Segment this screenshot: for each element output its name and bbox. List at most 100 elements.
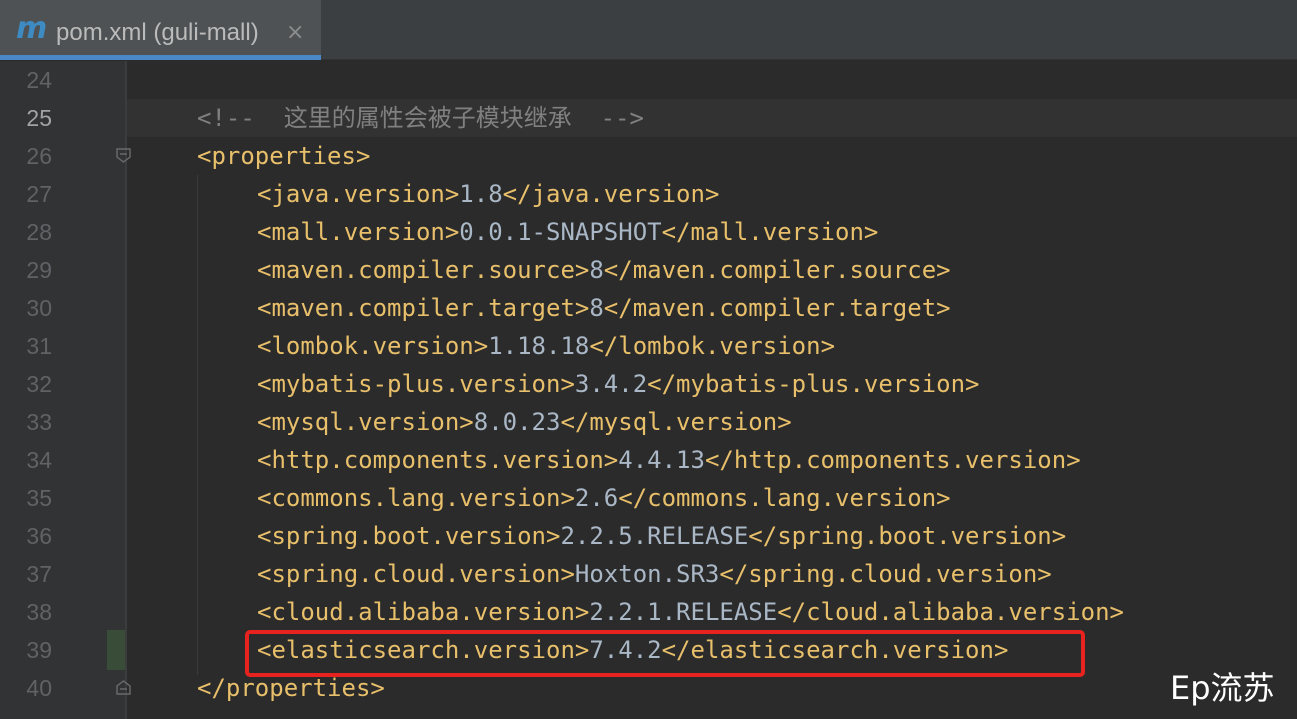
tag-bracket: >: [936, 256, 951, 284]
active-tab-indicator: [0, 55, 321, 60]
tag-bracket: >: [574, 294, 590, 322]
tag-value: 0.0.1-SNAPSHOT: [459, 218, 662, 246]
tag-value: 4.4.13: [618, 446, 705, 474]
tag-value: 2.2.1.RELEASE: [589, 598, 778, 626]
code-line: <maven.compiler.source>8</maven.compiler…: [257, 251, 951, 289]
line-number: 30: [26, 295, 52, 321]
line-number: 29: [26, 257, 52, 283]
line-number: 28: [26, 219, 52, 245]
line-number: 36: [26, 523, 52, 549]
tag-value: 1.18.18: [488, 332, 590, 360]
tag-bracket: >: [459, 408, 474, 436]
tag-name: cloud.alibaba.version: [806, 598, 1110, 626]
tag-value: 8: [589, 294, 604, 322]
line-number: 33: [26, 409, 52, 435]
tag-value: 8: [589, 256, 604, 284]
tag-value: Hoxton.SR3: [574, 560, 720, 588]
tag-name: java.version: [531, 180, 705, 208]
tag-bracket: </: [719, 560, 749, 588]
tag-name: mysql.version: [589, 408, 778, 436]
tag-name: http.components.version: [271, 446, 604, 474]
maven-icon: m: [16, 11, 48, 46]
tag-name: http.components.version: [733, 446, 1067, 474]
tag-bracket: >: [546, 522, 561, 550]
tag-bracket: <: [257, 332, 272, 360]
close-icon[interactable]: ×: [286, 18, 304, 48]
tag-bracket: >: [473, 332, 489, 360]
line-number: 31: [26, 333, 52, 359]
tag-bracket: >: [560, 560, 575, 588]
code-line: <mysql.version>8.0.23</mysql.version>: [257, 403, 792, 441]
code-line: <spring.boot.version>2.2.5.RELEASE</spri…: [257, 517, 1066, 555]
tag-bracket: </: [603, 256, 633, 284]
code-line: <java.version>1.8</java.version>: [257, 175, 719, 213]
tag-bracket: </: [647, 370, 677, 398]
tag-name: java.version: [271, 180, 445, 208]
indent-guide: [197, 175, 198, 675]
tag-bracket: <: [257, 522, 272, 550]
tag-bracket: <: [257, 598, 272, 626]
tag-name: spring.boot.version: [271, 522, 546, 550]
vcs-change-marker[interactable]: [107, 630, 125, 670]
tag-name: commons.lang.version: [647, 484, 937, 512]
tag-bracket: </: [560, 408, 590, 436]
tag-value: 3.4.2: [574, 370, 648, 398]
code-line: <cloud.alibaba.version>2.2.1.RELEASE</cl…: [257, 593, 1124, 631]
tag-bracket: >: [444, 218, 460, 246]
tag-name: lombok.version: [271, 332, 474, 360]
watermark: Ep流苏: [1170, 669, 1275, 707]
line-number: 34: [26, 447, 52, 473]
tag-name: mybatis-plus.version: [271, 370, 561, 398]
tag-bracket: </: [603, 294, 633, 322]
tag-bracket: >: [1066, 446, 1081, 474]
line-number: 37: [26, 561, 52, 587]
tag-bracket: </: [748, 522, 778, 550]
xml-open-tag: <properties>: [197, 142, 371, 170]
tag-name: mall.version: [690, 218, 864, 246]
tag-bracket: </: [502, 180, 532, 208]
tag-bracket: >: [574, 256, 590, 284]
tag-value: 2.2.5.RELEASE: [560, 522, 749, 550]
code-line: <properties>: [197, 137, 370, 175]
fold-open-icon[interactable]: [116, 148, 131, 163]
code-line: <maven.compiler.target>8</maven.compiler…: [257, 289, 951, 327]
tag-name: maven.compiler.target: [632, 294, 937, 322]
code-line: <mall.version>0.0.1-SNAPSHOT</mall.versi…: [257, 213, 878, 251]
tag-bracket: >: [777, 408, 792, 436]
line-number: 27: [26, 181, 52, 207]
line-number: 38: [26, 599, 52, 625]
tag-name: maven.compiler.target: [271, 294, 575, 322]
tag-bracket: </: [589, 332, 619, 360]
code-line: <lombok.version>1.18.18</lombok.version>: [257, 327, 835, 365]
xml-close-tag: </properties>: [197, 674, 385, 702]
tag-value: 2.6: [574, 484, 619, 512]
line-number: 40: [26, 675, 52, 701]
tag-bracket: >: [574, 598, 590, 626]
fold-close-icon[interactable]: [116, 680, 131, 695]
tag-name: spring.cloud.version: [748, 560, 1038, 588]
tag-bracket: <: [257, 180, 272, 208]
editor-tab-bar: m pom.xml (guli-mall) ×: [0, 0, 1297, 60]
code-line: <http.components.version>4.4.13</http.co…: [257, 441, 1081, 479]
tab-pom-xml[interactable]: m pom.xml (guli-mall) ×: [0, 0, 321, 60]
tag-bracket: >: [1109, 598, 1124, 626]
tag-bracket: </: [661, 218, 691, 246]
tag-name: mall.version: [271, 218, 445, 246]
tag-bracket: >: [863, 218, 879, 246]
tag-bracket: <: [257, 446, 272, 474]
tag-name: maven.compiler.source: [271, 256, 575, 284]
code-line: <commons.lang.version>2.6</commons.lang.…: [257, 479, 951, 517]
tag-bracket: <: [257, 256, 272, 284]
tag-bracket: </: [704, 446, 734, 474]
line-number: 24: [26, 67, 52, 93]
xml-comment: <!-- 这里的属性会被子模块继承 -->: [197, 104, 644, 132]
tag-name: cloud.alibaba.version: [271, 598, 575, 626]
tag-bracket: <: [257, 408, 272, 436]
tag-name: mybatis-plus.version: [676, 370, 966, 398]
line-number: 35: [26, 485, 52, 511]
tag-bracket: >: [560, 370, 575, 398]
tab-title: pom.xml (guli-mall): [56, 19, 259, 46]
tag-bracket: <: [257, 218, 272, 246]
tag-value: 8.0.23: [473, 408, 561, 436]
tag-name: maven.compiler.source: [632, 256, 937, 284]
